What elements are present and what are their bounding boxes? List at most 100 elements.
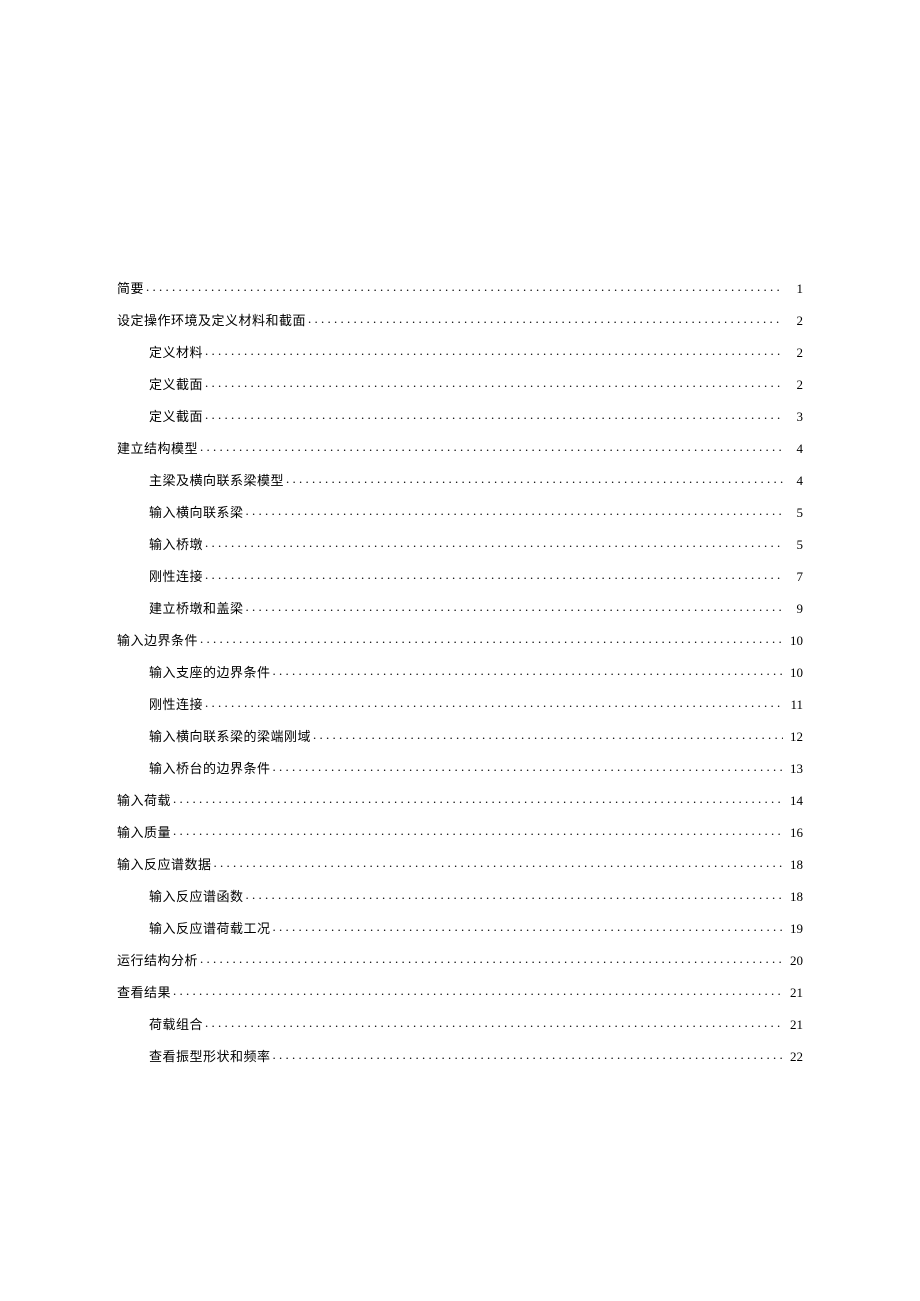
toc-entry-title: 运行结构分析: [117, 954, 198, 967]
toc-entry-page: 3: [785, 410, 803, 423]
toc-leader-dots: [273, 760, 783, 773]
toc-entry: 输入桥台的边界条件 13: [117, 760, 803, 775]
toc-leader-dots: [246, 600, 783, 613]
toc-entry-title: 简要: [117, 282, 144, 295]
toc-leader-dots: [273, 1048, 783, 1061]
toc-entry-title: 建立结构模型: [117, 442, 198, 455]
toc-entry-title: 定义截面: [149, 410, 203, 423]
toc-entry: 输入反应谱函数 18: [117, 888, 803, 903]
toc-entry-page: 22: [785, 1050, 803, 1063]
toc-entry-title: 设定操作环境及定义材料和截面: [117, 314, 306, 327]
toc-entry: 查看振型形状和频率 22: [117, 1048, 803, 1063]
toc-leader-dots: [246, 504, 783, 517]
toc-leader-dots: [273, 920, 783, 933]
toc-leader-dots: [200, 952, 783, 965]
toc-entry: 定义截面 2: [117, 376, 803, 391]
toc-entry-title: 建立桥墩和盖梁: [149, 602, 244, 615]
toc-entry-title: 主梁及横向联系梁模型: [149, 474, 284, 487]
toc-entry: 输入桥墩 5: [117, 536, 803, 551]
toc-leader-dots: [205, 1016, 783, 1029]
toc-entry: 输入反应谱荷载工况 19: [117, 920, 803, 935]
toc-entry-page: 7: [785, 570, 803, 583]
toc-entry: 荷载组合 21: [117, 1016, 803, 1031]
toc-entry-title: 输入边界条件: [117, 634, 198, 647]
toc-leader-dots: [214, 856, 783, 869]
toc-leader-dots: [273, 664, 783, 677]
toc-entry: 输入横向联系梁的梁端刚域 12: [117, 728, 803, 743]
toc-leader-dots: [173, 984, 783, 997]
toc-entry-title: 定义材料: [149, 346, 203, 359]
toc-entry-title: 查看振型形状和频率: [149, 1050, 271, 1063]
toc-entry: 定义材料 2: [117, 344, 803, 359]
toc-leader-dots: [286, 472, 783, 485]
toc-entry: 查看结果 21: [117, 984, 803, 999]
toc-entry-title: 输入反应谱荷载工况: [149, 922, 271, 935]
toc-entry-page: 16: [785, 826, 803, 839]
toc-leader-dots: [246, 888, 783, 901]
toc-entry-page: 5: [785, 538, 803, 551]
toc-entry-title: 查看结果: [117, 986, 171, 999]
toc-leader-dots: [205, 408, 783, 421]
toc-leader-dots: [173, 824, 783, 837]
toc-leader-dots: [146, 280, 783, 293]
toc-leader-dots: [308, 312, 783, 325]
toc-entry-page: 21: [785, 986, 803, 999]
toc-entry: 主梁及横向联系梁模型 4: [117, 472, 803, 487]
toc-entry-title: 输入反应谱函数: [149, 890, 244, 903]
toc-entry-page: 2: [785, 378, 803, 391]
toc-leader-dots: [205, 344, 783, 357]
toc-entry: 刚性连接 11: [117, 696, 803, 711]
toc-entry-title: 输入横向联系梁的梁端刚域: [149, 730, 311, 743]
toc-entry-page: 19: [785, 922, 803, 935]
toc-entry-page: 2: [785, 314, 803, 327]
toc-entry-title: 荷载组合: [149, 1018, 203, 1031]
toc-leader-dots: [173, 792, 783, 805]
toc-entry-page: 4: [785, 474, 803, 487]
toc-leader-dots: [205, 696, 783, 709]
toc-entry: 输入反应谱数据 18: [117, 856, 803, 871]
toc-leader-dots: [205, 376, 783, 389]
toc-entry-title: 定义截面: [149, 378, 203, 391]
toc-entry-title: 输入质量: [117, 826, 171, 839]
toc-leader-dots: [200, 632, 783, 645]
toc-entry: 输入荷载 14: [117, 792, 803, 807]
toc-entry-page: 21: [785, 1018, 803, 1031]
toc-entry: 刚性连接 7: [117, 568, 803, 583]
toc-entry-page: 4: [785, 442, 803, 455]
toc-entry-page: 14: [785, 794, 803, 807]
toc-entry-page: 11: [785, 698, 803, 711]
toc-entry: 定义截面 3: [117, 408, 803, 423]
toc-leader-dots: [205, 568, 783, 581]
toc-entry-page: 18: [785, 858, 803, 871]
toc-entry-title: 输入支座的边界条件: [149, 666, 271, 679]
toc-entry-page: 13: [785, 762, 803, 775]
toc-entry: 输入支座的边界条件 10: [117, 664, 803, 679]
toc-entry-title: 刚性连接: [149, 698, 203, 711]
toc-entry: 建立桥墩和盖梁 9: [117, 600, 803, 615]
toc-leader-dots: [313, 728, 783, 741]
toc-entry-page: 10: [785, 666, 803, 679]
toc-entry: 简要 1: [117, 280, 803, 295]
table-of-contents: 简要 1 设定操作环境及定义材料和截面 2 定义材料 2 定义截面 2 定义截面 3 建立结构模型 4…: [117, 280, 803, 1063]
toc-entry: 输入横向联系梁 5: [117, 504, 803, 519]
toc-entry-page: 1: [785, 282, 803, 295]
toc-entry-page: 5: [785, 506, 803, 519]
toc-entry: 设定操作环境及定义材料和截面 2: [117, 312, 803, 327]
toc-entry-title: 输入桥墩: [149, 538, 203, 551]
toc-leader-dots: [200, 440, 783, 453]
toc-entry-page: 2: [785, 346, 803, 359]
toc-entry: 输入边界条件 10: [117, 632, 803, 647]
toc-entry: 建立结构模型 4: [117, 440, 803, 455]
toc-entry-page: 18: [785, 890, 803, 903]
toc-entry: 运行结构分析20: [117, 952, 803, 967]
toc-entry-page: 12: [785, 730, 803, 743]
toc-entry-title: 输入荷载: [117, 794, 171, 807]
toc-entry: 输入质量 16: [117, 824, 803, 839]
toc-entry-page: 9: [785, 602, 803, 615]
toc-leader-dots: [205, 536, 783, 549]
toc-entry-page: 10: [785, 634, 803, 647]
toc-entry-title: 输入桥台的边界条件: [149, 762, 271, 775]
toc-entry-title: 输入横向联系梁: [149, 506, 244, 519]
toc-entry-title: 刚性连接: [149, 570, 203, 583]
toc-entry-title: 输入反应谱数据: [117, 858, 212, 871]
